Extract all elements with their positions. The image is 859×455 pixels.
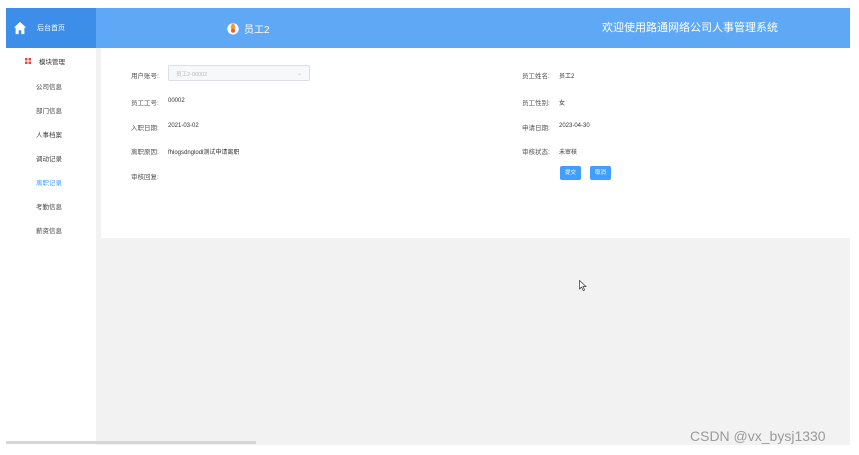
chevron-down-icon: ⌄: [296, 71, 302, 77]
sidebar-group-header[interactable]: 模块管理: [25, 56, 65, 66]
status-value: 未审核: [559, 149, 578, 156]
sidebar: 模块管理 公司信息 部门信息 人事档案 调动记录 离职记录 考勤信息 薪资信息: [6, 48, 96, 445]
cancel-button[interactable]: 取消: [590, 166, 611, 180]
employee-id-label: 员工工号:: [131, 100, 159, 107]
join-date-label: 入职日期:: [131, 125, 159, 132]
join-date-value: 2021-03-02: [168, 122, 199, 129]
employee-name-label: 员工姓名:: [522, 73, 550, 80]
user-menu[interactable]: 员工2: [226, 8, 270, 48]
sidebar-item-attendance[interactable]: 考勤信息: [36, 201, 62, 211]
employee-id-value: 00002: [168, 97, 185, 104]
home-label: 后台首页: [37, 25, 65, 32]
reply-label: 审核回复:: [131, 174, 159, 181]
sidebar-group-label: 模块管理: [39, 59, 65, 66]
mouse-cursor-icon: [579, 280, 587, 291]
watermark: CSDN @vx_bysj1330: [690, 428, 826, 444]
horizontal-scrollbar[interactable]: [6, 441, 256, 444]
employee-name-value: 员工2: [559, 73, 575, 80]
user-name: 员工2: [244, 24, 270, 36]
reason-value: fhlogsdnglodl测试申请离职: [168, 149, 240, 156]
home-button[interactable]: 后台首页: [6, 8, 96, 48]
apply-date-label: 申请日期:: [522, 125, 550, 132]
account-select-value: 员工2-00002: [176, 72, 208, 78]
app-frame: 后台首页 员工2 欢迎使用路通网络公司人事管理系统 模块管理 公司信息 部门信息…: [6, 8, 850, 445]
sidebar-item-department[interactable]: 部门信息: [36, 105, 62, 115]
gender-value: 女: [559, 100, 566, 107]
sidebar-item-resignation[interactable]: 离职记录: [36, 177, 62, 187]
status-label: 审核状态:: [522, 149, 550, 156]
sidebar-item-transfer[interactable]: 调动记录: [36, 153, 62, 163]
top-header: 后台首页 员工2 欢迎使用路通网络公司人事管理系统: [6, 8, 850, 48]
home-icon: [13, 21, 27, 35]
grid-icon: [25, 58, 31, 64]
system-title: 欢迎使用路通网络公司人事管理系统: [602, 22, 778, 34]
reason-label: 离职原因:: [131, 149, 159, 156]
sidebar-item-salary[interactable]: 薪资信息: [36, 225, 62, 235]
submit-button[interactable]: 提交: [560, 166, 581, 180]
sidebar-item-company[interactable]: 公司信息: [36, 81, 62, 91]
account-select[interactable]: 员工2-00002 ⌄: [168, 65, 310, 81]
form-panel: 用户账号: 员工2-00002 ⌄ 员工工号: 00002 入职日期: 2021…: [101, 48, 850, 238]
avatar-icon: [227, 23, 239, 35]
apply-date-value: 2023-04-30: [559, 122, 590, 129]
account-label: 用户账号:: [131, 73, 159, 80]
sidebar-item-personnel[interactable]: 人事档案: [36, 129, 62, 139]
gender-label: 员工性别:: [522, 100, 550, 107]
